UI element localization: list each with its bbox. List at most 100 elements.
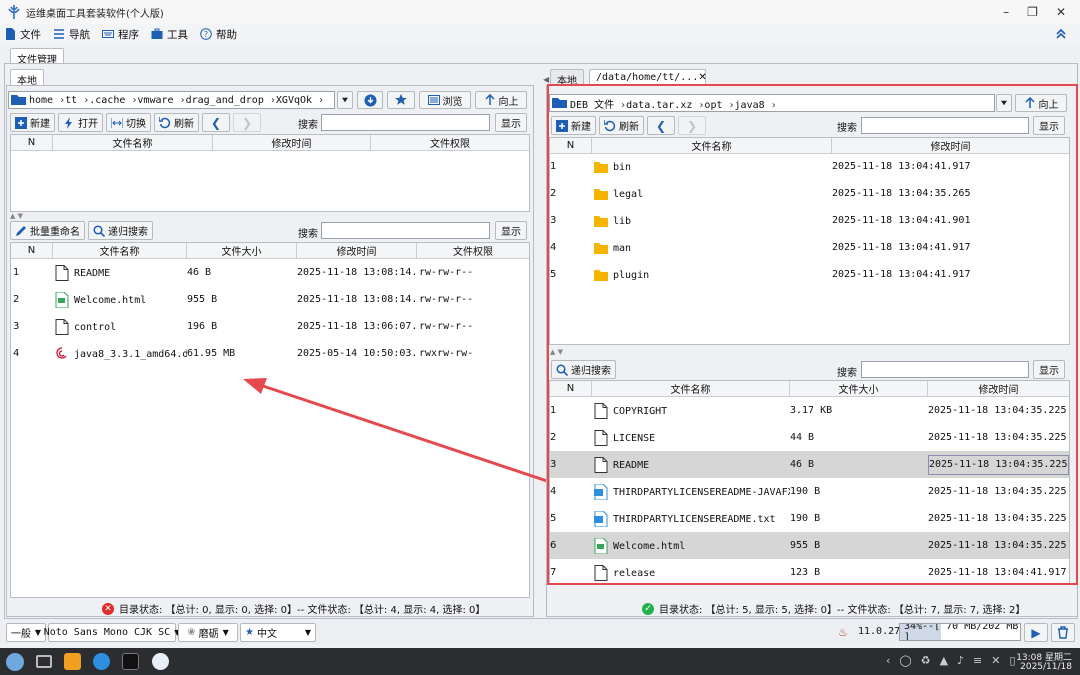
- left-forward-button[interactable]: ❯: [233, 113, 261, 132]
- tab-scroll-left-icon[interactable]: ◀: [543, 75, 549, 84]
- right-status-bar: ✓ 目录状态: 【总计: 5, 显示: 5, 选择: 0】-- 文件状态: 【总…: [642, 601, 1025, 616]
- breadcrumb-segment[interactable]: tt: [65, 95, 89, 106]
- java-version: 11.0.27: [858, 626, 901, 637]
- left-breadcrumb: homett.cachevmwaredrag_and_dropXGVqOk: [29, 95, 324, 106]
- lightning-icon: [65, 116, 72, 129]
- trash-icon: [1058, 626, 1068, 639]
- os-taskbar: ‹◯♻▲♪≡✕▯ 13:08 星期二 2025/11/18: [0, 648, 1080, 675]
- left-browse-button[interactable]: 浏览: [419, 91, 471, 109]
- batch-rename-button[interactable]: 批量重命名: [10, 221, 85, 240]
- left-back-button[interactable]: ❮: [202, 113, 230, 132]
- svg-text:?: ?: [204, 30, 208, 39]
- breadcrumb-segment[interactable]: home: [29, 95, 65, 106]
- app-logo-icon: [8, 5, 20, 19]
- left-up-button[interactable]: 向上: [475, 91, 527, 109]
- list-icon: [427, 95, 440, 105]
- breadcrumb-segment[interactable]: .cache: [89, 95, 137, 106]
- launcher-icon[interactable]: [6, 653, 24, 671]
- close-icon[interactable]: ✕: [1056, 5, 1066, 19]
- trash-button[interactable]: [1051, 623, 1075, 642]
- left-path-bar[interactable]: homett.cachevmwaredrag_and_dropXGVqOk: [8, 91, 335, 109]
- menu-navigation[interactable]: 导航: [53, 27, 90, 42]
- error-status-icon: ✕: [102, 602, 114, 615]
- mode-select[interactable]: 一般 ▼: [6, 623, 46, 642]
- file-icon: [55, 264, 69, 281]
- breadcrumb-segment[interactable]: vmware: [137, 95, 185, 106]
- java-icon: ♨: [838, 626, 848, 639]
- menu-file[interactable]: 文件: [4, 27, 41, 42]
- left-bookmark-button[interactable]: [387, 91, 415, 109]
- app-taskbar-icon[interactable]: [152, 653, 169, 670]
- left-download-button[interactable]: [357, 91, 383, 109]
- magnifier-icon: [93, 224, 105, 237]
- left-new-button[interactable]: 新建: [10, 113, 55, 132]
- bottom-bar: 一般▼ Noto Sans Mono CJK SC▼ ❀磨砺▼ ★中文▼ ♨ 1…: [0, 620, 1080, 644]
- multitask-icon[interactable]: [36, 655, 52, 668]
- menu-bar: 文件 导航 程序 工具 ? 帮助: [0, 24, 1080, 44]
- left-file-header: N 文件名称 文件大小 修改时间 文件权限: [11, 243, 529, 259]
- gc-run-button[interactable]: ▶: [1024, 623, 1048, 642]
- left-file-show-button[interactable]: 显示: [495, 221, 527, 240]
- left-recursive-search-button[interactable]: 递归搜索: [88, 221, 153, 240]
- splitter-handle[interactable]: ▲ ▼: [10, 212, 23, 220]
- caret-down-icon: ▼: [34, 628, 42, 637]
- debian-icon: [56, 346, 67, 359]
- tray-icons: ‹◯♻▲♪≡✕▯: [886, 654, 1025, 667]
- restore-icon[interactable]: ❐: [1027, 5, 1038, 19]
- left-dir-search-input[interactable]: [321, 114, 490, 131]
- keyboard-icon: [102, 30, 114, 38]
- caret-down-icon: ▼: [222, 628, 229, 637]
- folder-open-icon: [11, 95, 26, 105]
- minimize-icon[interactable]: –: [1003, 5, 1009, 19]
- tab-remote-path[interactable]: /data/home/tt/... ✕: [589, 69, 707, 85]
- star-icon: ★: [245, 627, 254, 638]
- table-row[interactable]: 1README46 B2025-11-18 13:08:14.479rw-rw-…: [11, 259, 529, 286]
- arrow-up-icon: [484, 94, 495, 105]
- left-toolbar-files: 批量重命名 递归搜索: [10, 221, 156, 240]
- left-status-bar: ✕ 目录状态: 【总计: 0, 显示: 0, 选择: 0】-- 文件状态: 【总…: [102, 601, 485, 616]
- leaf-icon: ❀: [187, 627, 196, 638]
- pencil-icon: [16, 225, 26, 236]
- download-circle-icon: [364, 94, 376, 106]
- star-icon: [395, 94, 407, 105]
- menu-programs[interactable]: 程序: [102, 27, 139, 42]
- collapse-up-icon[interactable]: [1054, 27, 1068, 41]
- left-open-button[interactable]: 打开: [58, 113, 103, 132]
- left-switch-button[interactable]: 切换: [106, 113, 151, 132]
- menu-tools[interactable]: 工具: [151, 27, 188, 42]
- left-file-search-label: 搜索: [298, 229, 318, 240]
- left-path-dropdown[interactable]: [337, 91, 353, 109]
- terminal-taskbar-icon[interactable]: [122, 653, 139, 670]
- left-toolbar-dir: 新建 打开 切换 刷新 ❮ ❯: [10, 113, 264, 132]
- ok-status-icon: ✓: [642, 602, 654, 615]
- tab-close-icon[interactable]: ✕: [698, 72, 706, 83]
- left-refresh-button[interactable]: 刷新: [154, 113, 199, 132]
- help-icon: ?: [200, 28, 212, 40]
- file-menu-icon: [6, 28, 15, 40]
- left-dir-show-button[interactable]: 显示: [495, 113, 527, 132]
- theme-select[interactable]: ❀ 磨砺 ▼: [178, 623, 238, 642]
- language-select[interactable]: ★ 中文 ▼: [240, 623, 316, 642]
- plus-square-icon: [15, 116, 27, 129]
- breadcrumb-segment[interactable]: XGVqOk: [276, 95, 324, 106]
- switch-arrows-icon: [111, 117, 123, 128]
- hamburger-icon: [54, 29, 64, 39]
- file-icon: [55, 318, 69, 335]
- chevron-left-icon: ❮: [210, 115, 222, 130]
- highlight-box-annotation: [547, 84, 1078, 585]
- play-icon: ▶: [1031, 625, 1041, 640]
- menu-help[interactable]: ? 帮助: [200, 27, 237, 42]
- table-row[interactable]: 2Welcome.html955 B2025-11-18 13:08:14.47…: [11, 286, 529, 313]
- font-select[interactable]: Noto Sans Mono CJK SC▼: [44, 623, 180, 642]
- clock-date: 2025/11/18: [1020, 662, 1072, 672]
- file-manager-taskbar-icon[interactable]: [64, 653, 81, 670]
- table-row[interactable]: 3control196 B2025-11-18 13:06:07.039rw-r…: [11, 313, 529, 340]
- caret-down-icon: ▼: [304, 628, 311, 637]
- breadcrumb-segment[interactable]: drag_and_drop: [186, 95, 276, 106]
- drag-arrow-annotation: [243, 378, 551, 484]
- browser-taskbar-icon[interactable]: [93, 653, 110, 670]
- table-row[interactable]: 4java8_3.3.1_amd64.deb61.95 MB2025-05-14…: [11, 340, 529, 367]
- toolbox-icon: [151, 28, 163, 39]
- left-file-search-input[interactable]: [321, 222, 490, 239]
- left-dir-header: N 文件名称 修改时间 文件权限: [11, 135, 529, 151]
